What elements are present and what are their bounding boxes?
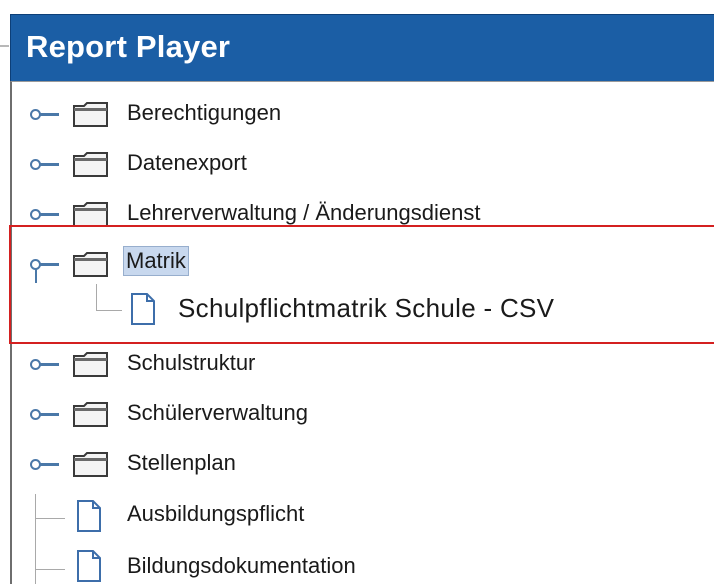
expand-handle-icon[interactable] [30, 202, 60, 228]
window-title: Report Player [26, 29, 231, 64]
folder-icon [73, 152, 108, 177]
tree-item-schulstruktur[interactable]: Schulstruktur [12, 346, 714, 396]
expand-handle-icon[interactable] [30, 352, 60, 378]
tree-item-berechtigungen[interactable]: Berechtigungen [12, 96, 714, 146]
title-bar: Report Player [10, 14, 714, 81]
window-edge-marker [0, 45, 9, 47]
tree-item-label: Bildungsdokumentation [127, 553, 356, 578]
folder-icon [73, 102, 108, 127]
tree-item-matrik[interactable]: Matrik [12, 244, 714, 294]
tree-item-label: Ausbildungspflicht [127, 501, 305, 526]
collapse-handle-icon[interactable] [30, 252, 60, 283]
tree-item-label: Schülerverwaltung [127, 400, 308, 425]
expand-handle-icon[interactable] [30, 152, 60, 178]
tree-item-label: Schulpflichtmatrik Schule - CSV [178, 293, 555, 323]
tree-item-label: Berechtigungen [127, 100, 282, 125]
expand-handle-icon[interactable] [30, 402, 60, 428]
tree-item-label: Lehrerverwaltung / Änderungsdienst [127, 200, 481, 225]
tree-item-schulpflichtmatrik[interactable]: Schulpflichtmatrik Schule - CSV [12, 288, 714, 338]
folder-icon [73, 452, 108, 477]
report-document-icon [77, 500, 101, 532]
folder-open-icon [73, 252, 108, 277]
expand-handle-icon[interactable] [30, 102, 60, 128]
report-player-window: Report Player Berechtigungen Datenexport [0, 0, 714, 584]
tree-item-label: Datenexport [127, 150, 247, 175]
report-document-icon [77, 550, 101, 582]
tree-item-label: Stellenplan [127, 450, 236, 475]
tree-item-lehrerverwaltung[interactable]: Lehrerverwaltung / Änderungsdienst [12, 196, 714, 246]
tree-item-bildungsdokumentation[interactable]: Bildungsdokumentation [12, 546, 714, 584]
tree-item-ausbildungspflicht[interactable]: Ausbildungspflicht [12, 496, 714, 546]
folder-icon [73, 402, 108, 427]
expand-handle-icon[interactable] [30, 452, 60, 478]
report-document-icon [131, 293, 155, 325]
tree-item-label: Schulstruktur [127, 350, 256, 375]
tree-item-label-selected: Matrik [123, 246, 189, 276]
folder-icon [73, 352, 108, 377]
tree-item-datenexport[interactable]: Datenexport [12, 146, 714, 196]
tree-item-stellenplan[interactable]: Stellenplan [12, 446, 714, 496]
tree-item-schuelerverwaltung[interactable]: Schülerverwaltung [12, 396, 714, 446]
folder-icon [73, 202, 108, 227]
report-tree[interactable]: Berechtigungen Datenexport Lehrerverwalt… [10, 81, 714, 584]
